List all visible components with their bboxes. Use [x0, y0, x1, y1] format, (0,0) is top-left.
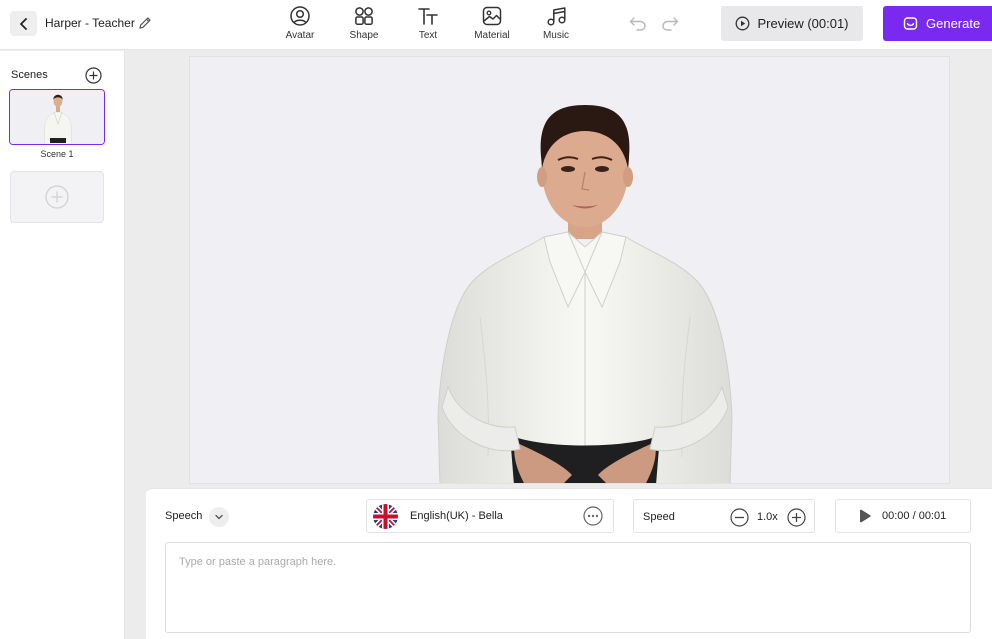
tool-material[interactable]: Material [464, 5, 520, 43]
speech-panel: Speech English(UK) - Bella Speed 1.0x 00… [146, 488, 992, 639]
plus-circle-icon [45, 185, 69, 209]
avatar-thumbnail-image [10, 90, 104, 144]
audio-preview: 00:00 / 00:01 [835, 499, 971, 533]
minus-circle-icon[interactable] [730, 508, 749, 527]
speech-collapse-toggle[interactable] [209, 507, 229, 527]
project-title: Harper - Teacher [45, 16, 135, 30]
video-canvas[interactable] [189, 56, 950, 484]
chevron-down-icon [215, 514, 223, 520]
speed-label: Speed [643, 511, 675, 523]
tool-music[interactable]: Music [528, 5, 584, 43]
voice-selector[interactable]: English(UK) - Bella [366, 499, 614, 533]
tool-label: Material [474, 30, 510, 41]
new-scene-button[interactable] [10, 171, 104, 223]
scenes-sidebar: Scenes Scene 1 [0, 51, 125, 639]
generate-icon [903, 17, 918, 30]
speech-text-input[interactable] [165, 542, 971, 633]
speed-value: 1.0x [757, 511, 778, 523]
generate-button[interactable]: Generate [883, 6, 992, 41]
music-icon [547, 7, 566, 26]
tool-text[interactable]: Text [400, 5, 456, 43]
scene-thumbnail[interactable] [9, 89, 105, 145]
tool-avatar[interactable]: Avatar [272, 5, 328, 43]
pencil-icon[interactable] [137, 15, 153, 31]
undo-icon[interactable] [628, 14, 648, 32]
tool-label: Shape [349, 30, 379, 41]
text-icon [418, 8, 438, 25]
preview-button[interactable]: Preview (00:01) [721, 6, 863, 41]
tool-shape[interactable]: Shape [336, 5, 392, 43]
shape-icon [355, 7, 373, 25]
teacher-avatar-image [437, 105, 733, 483]
speed-control: Speed 1.0x [633, 499, 815, 533]
avatar-icon [290, 6, 310, 26]
add-circle-icon[interactable] [85, 67, 102, 84]
play-icon[interactable] [858, 509, 872, 523]
tool-label: Music [542, 30, 570, 41]
redo-icon[interactable] [660, 14, 680, 32]
scene-name: Scene 1 [40, 149, 74, 159]
uk-flag-icon [373, 503, 398, 529]
material-icon [482, 6, 502, 26]
preview-label: Preview (00:01) [757, 16, 849, 31]
scenes-title: Scenes [11, 69, 48, 81]
chevron-left-icon [19, 17, 27, 30]
audio-time: 00:00 / 00:01 [882, 510, 947, 522]
tool-label: Avatar [285, 30, 315, 41]
voice-name: English(UK) - Bella [410, 510, 503, 522]
top-toolbar: Harper - Teacher Avatar Shape Text Mater… [0, 0, 992, 50]
generate-label: Generate [926, 16, 981, 31]
speech-label: Speech [165, 510, 203, 522]
tool-label: Text [418, 30, 438, 41]
play-circle-icon [736, 16, 750, 31]
plus-circle-icon[interactable] [787, 508, 806, 527]
more-options-icon[interactable] [583, 506, 603, 526]
back-button[interactable] [10, 11, 37, 36]
